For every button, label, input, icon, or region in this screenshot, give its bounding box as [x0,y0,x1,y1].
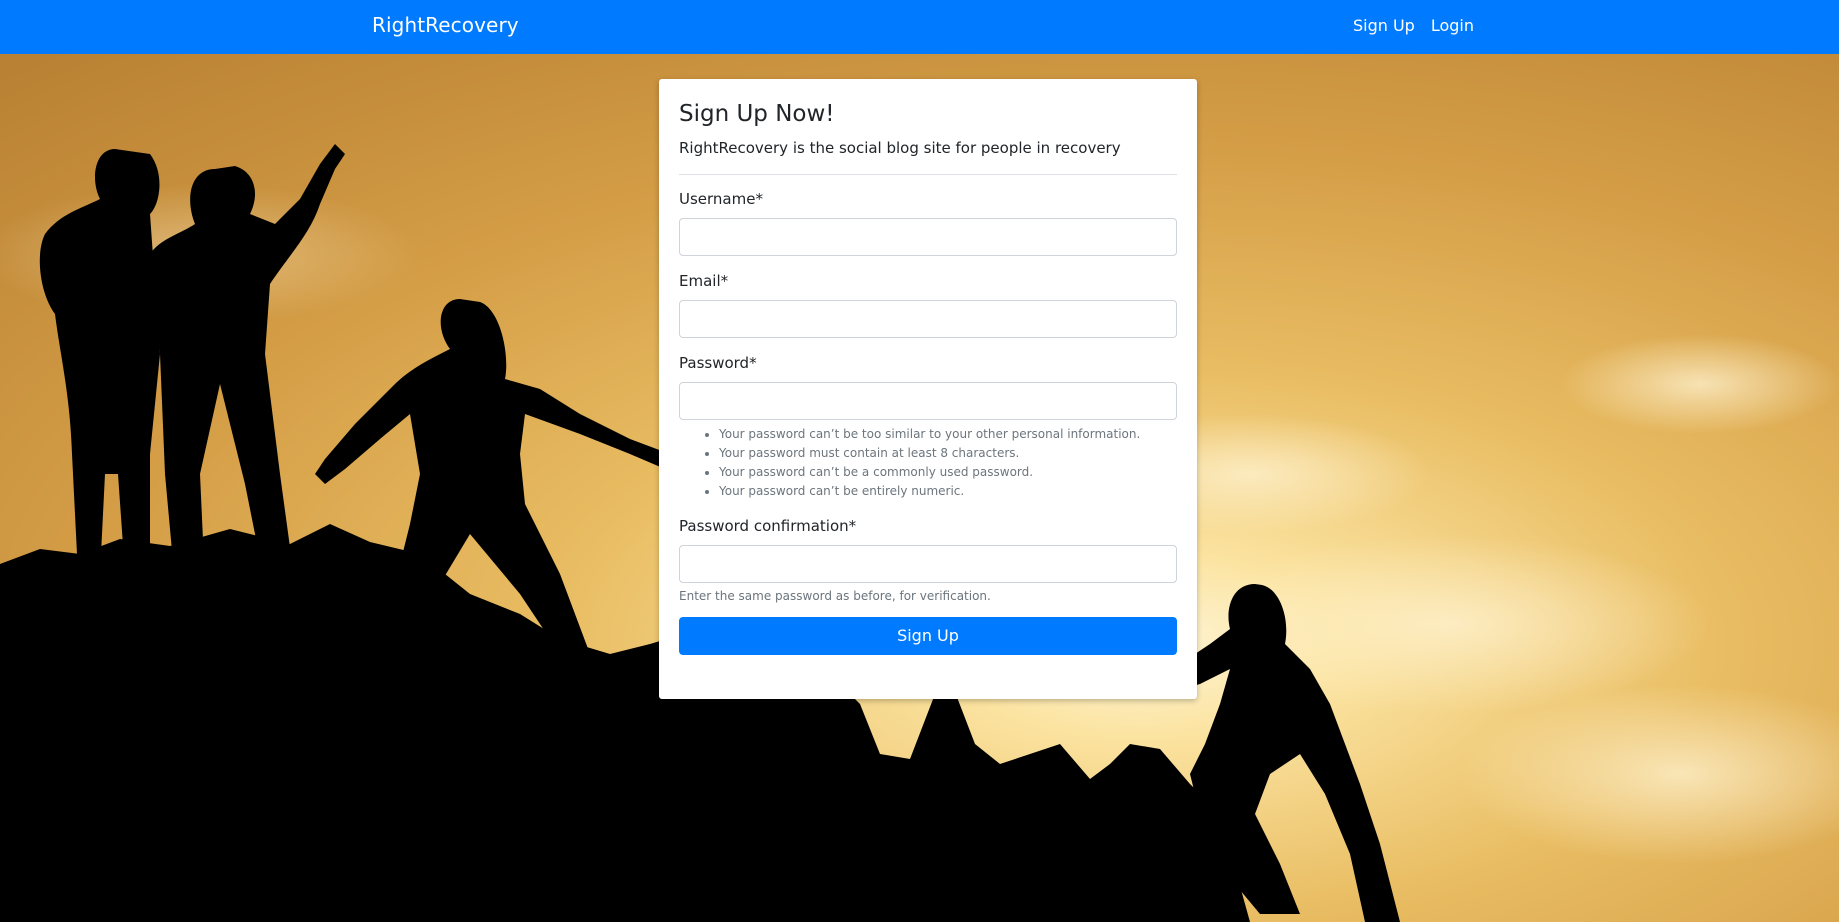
password-group: Password* Your password can’t be too sim… [679,354,1177,501]
password-help-item: Your password can’t be a commonly used p… [719,463,1177,482]
username-label: Username* [679,189,763,208]
password-confirmation-help: Enter the same password as before, for v… [679,588,991,603]
header-divider [679,173,1177,175]
username-group: Username* [679,190,1177,256]
password-confirmation-input[interactable] [679,544,1177,583]
brand-logo-link[interactable]: RightRecovery [372,13,519,37]
email-label: Email* [679,271,729,290]
password-confirmation-group: Password confirmation* Enter the same pa… [679,517,1177,603]
nav-login-link[interactable]: Login [1431,16,1474,35]
page-title: Sign Up Now! [679,101,835,127]
signup-submit-button[interactable]: Sign Up [679,616,1177,655]
username-input[interactable] [679,217,1177,256]
email-group: Email* [679,272,1177,338]
top-navbar: RightRecovery Sign Up Login [0,0,1839,54]
password-label: Password* [679,353,757,372]
password-help-item: Your password can’t be entirely numeric. [719,482,1177,501]
password-help-item: Your password must contain at least 8 ch… [719,444,1177,463]
email-input[interactable] [679,299,1177,338]
password-help-list: Your password can’t be too similar to yo… [679,425,1177,501]
nav-links: Sign Up Login [1353,16,1474,35]
nav-signup-link[interactable]: Sign Up [1353,16,1415,35]
password-input[interactable] [679,381,1177,420]
password-help-item: Your password can’t be too similar to yo… [719,425,1177,444]
page-subtitle: RightRecovery is the social blog site fo… [679,138,1121,157]
password-confirmation-label: Password confirmation* [679,516,857,535]
signup-card: Sign Up Now! RightRecovery is the social… [659,79,1197,699]
